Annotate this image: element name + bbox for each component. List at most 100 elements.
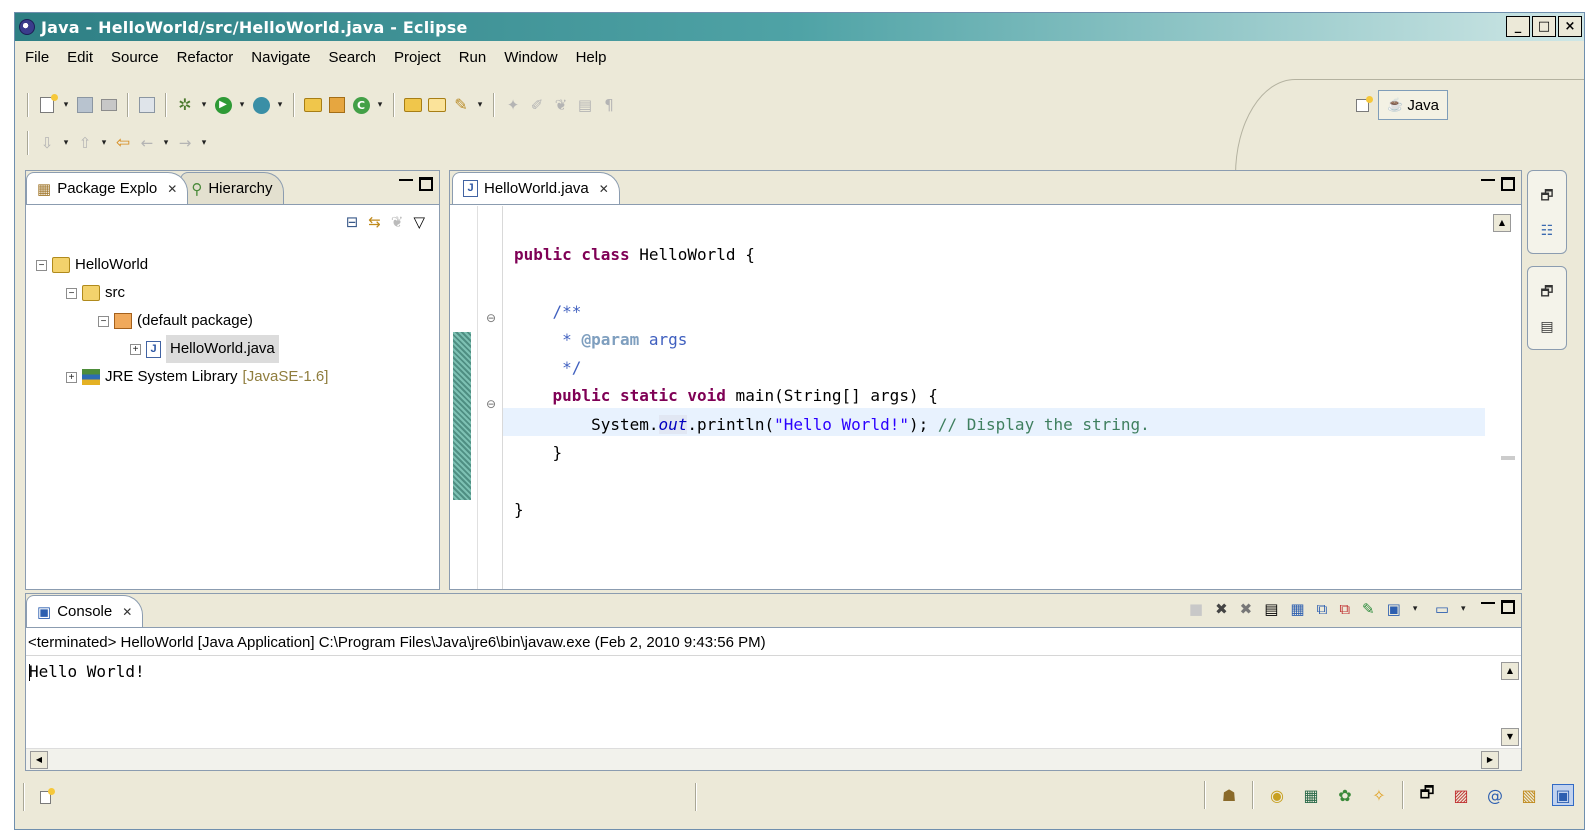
debug-dropdown-icon[interactable]: ▾	[199, 95, 209, 115]
code-text[interactable]: public class HelloWorld { /** * @param a…	[514, 241, 1150, 524]
menu-edit[interactable]: Edit	[58, 49, 102, 66]
menu-refactor[interactable]: Refactor	[168, 49, 243, 66]
minimize-view-icon[interactable]	[1481, 179, 1495, 182]
clear-console-icon[interactable]: ▤	[1264, 600, 1278, 618]
block-selection-icon[interactable]: ▤	[575, 95, 595, 115]
back-dropdown-icon[interactable]: ▾	[161, 133, 171, 153]
fold-collapse-icon[interactable]: ⊖	[486, 397, 496, 411]
bookmarks-view-icon[interactable]: ✧	[1368, 784, 1390, 806]
close-tab-icon[interactable]: ✕	[167, 182, 177, 196]
tab-helloworld-java[interactable]: J HelloWorld.java ✕	[452, 172, 620, 204]
tree-item-project[interactable]: − HelloWorld	[36, 251, 328, 279]
collapse-icon[interactable]: −	[66, 287, 77, 299]
collapse-all-icon[interactable]: ⊟	[346, 213, 359, 231]
menu-search[interactable]: Search	[319, 49, 385, 66]
link-with-editor-icon[interactable]: ⇆	[368, 213, 381, 231]
open-type-icon[interactable]	[403, 95, 423, 115]
remove-launch-icon[interactable]: ✖	[1215, 600, 1228, 618]
collapse-icon[interactable]: −	[36, 259, 47, 271]
run-dropdown-icon[interactable]: ▾	[237, 95, 247, 115]
new-package-icon[interactable]	[327, 95, 347, 115]
javadoc-at-icon[interactable]: @	[1484, 784, 1506, 806]
overview-marker[interactable]	[1501, 456, 1515, 460]
console-vertical-scrollbar[interactable]: ▲ ▼	[1497, 656, 1521, 748]
scroll-right-arrow-icon[interactable]: ▶	[1481, 751, 1499, 769]
menu-window[interactable]: Window	[495, 49, 566, 66]
previous-annotation-dropdown-icon[interactable]: ▾	[99, 133, 109, 153]
open-console-dropdown-icon[interactable]: ▾	[1461, 604, 1471, 614]
remove-all-terminated-icon[interactable]: ✖	[1240, 600, 1253, 618]
declaration-view-icon[interactable]: ▨	[1450, 784, 1472, 806]
last-edit-location-icon[interactable]: ⇦	[113, 133, 133, 153]
new-class-icon[interactable]: C	[351, 95, 371, 115]
back-icon[interactable]: ←	[137, 133, 157, 153]
maximize-button[interactable]: □	[1532, 16, 1556, 37]
debug-icon[interactable]: ✲	[175, 95, 195, 115]
menu-source[interactable]: Source	[102, 49, 168, 66]
forward-dropdown-icon[interactable]: ▾	[199, 133, 209, 153]
maximize-view-icon[interactable]	[1501, 177, 1515, 191]
properties-view-icon[interactable]: ▧	[1518, 784, 1540, 806]
close-button[interactable]: ×	[1558, 16, 1582, 37]
minimize-view-icon[interactable]	[399, 179, 413, 182]
show-whitespace-icon[interactable]: ¶	[599, 95, 619, 115]
menu-project[interactable]: Project	[385, 49, 450, 66]
run-icon[interactable]: ▶	[213, 95, 233, 115]
external-tools-dropdown-icon[interactable]: ▾	[275, 95, 285, 115]
view-menu-icon[interactable]: ▽	[413, 213, 425, 231]
new-class-dropdown-icon[interactable]: ▾	[375, 95, 385, 115]
menu-file[interactable]: File	[15, 49, 58, 66]
mark-occurrences-icon[interactable]: ✦	[503, 95, 523, 115]
expand-icon[interactable]: +	[130, 343, 141, 355]
print-icon[interactable]	[99, 95, 119, 115]
external-tools-icon[interactable]	[251, 95, 271, 115]
tree-item-file[interactable]: + J HelloWorld.java	[36, 335, 328, 363]
search-view-icon[interactable]: ◉	[1266, 784, 1288, 806]
fold-collapse-icon[interactable]: ⊖	[486, 311, 496, 325]
show-on-output-icon[interactable]: ⧉	[1317, 600, 1328, 618]
open-console-icon[interactable]: ▭	[1435, 600, 1449, 618]
maximize-view-icon[interactable]	[1501, 600, 1515, 614]
binary-icon[interactable]	[137, 95, 157, 115]
next-annotation-icon[interactable]: ⇩	[37, 133, 57, 153]
search-dropdown-icon[interactable]: ▾	[475, 95, 485, 115]
restore-icon[interactable]: 🗗	[1540, 281, 1553, 305]
tab-hierarchy[interactable]: ⚲ Hierarchy	[180, 172, 284, 204]
scroll-down-arrow-icon[interactable]: ▼	[1501, 728, 1519, 746]
minimize-button[interactable]: _	[1506, 16, 1530, 37]
tab-package-explorer[interactable]: ▦ Package Explo ✕	[26, 172, 189, 204]
terminate-icon[interactable]: ■	[1189, 600, 1203, 618]
search-tool-icon[interactable]: ✎	[451, 95, 471, 115]
display-console-dropdown-icon[interactable]: ▾	[1413, 604, 1423, 614]
minimize-view-icon[interactable]	[1481, 602, 1495, 605]
menu-run[interactable]: Run	[450, 49, 496, 66]
scroll-up-arrow-icon[interactable]: ▲	[1493, 214, 1511, 232]
scroll-up-arrow-icon[interactable]: ▲	[1501, 662, 1519, 680]
task-list-icon[interactable]: ▤	[1540, 319, 1553, 335]
restore-icon[interactable]: 🗗	[1540, 185, 1553, 209]
scroll-left-arrow-icon[interactable]: ◀	[30, 751, 48, 769]
java-perspective-button[interactable]: ☕ Java	[1378, 90, 1448, 120]
tree-item-library[interactable]: + JRE System Library [JavaSE-1.6]	[36, 363, 328, 391]
pin-console-icon[interactable]: ✎	[1362, 600, 1375, 618]
close-tab-icon[interactable]: ✕	[122, 605, 132, 619]
tree-item-package[interactable]: − (default package)	[36, 307, 328, 335]
console-output[interactable]: Hello World!	[29, 662, 145, 681]
show-on-error-icon[interactable]: ⧉	[1339, 600, 1350, 618]
fast-view-icon[interactable]	[35, 787, 55, 807]
progress-view-icon[interactable]: ✿	[1334, 784, 1356, 806]
problems-view-icon[interactable]: ▦	[1300, 784, 1322, 806]
filter-icon[interactable]: ❦	[391, 213, 404, 231]
outline-icon[interactable]: ☷	[1541, 223, 1554, 239]
new-java-project-icon[interactable]	[303, 95, 323, 115]
tab-console[interactable]: ▣ Console ✕	[26, 595, 144, 627]
open-perspective-icon[interactable]	[1352, 95, 1373, 115]
save-icon[interactable]	[75, 95, 95, 115]
close-tab-icon[interactable]: ✕	[599, 182, 609, 196]
toggle-breadcrumb-icon[interactable]: ❦	[551, 95, 571, 115]
restore-icon[interactable]: 🗗	[1416, 783, 1438, 806]
console-trim-icon[interactable]: ▣	[1552, 784, 1574, 806]
menu-navigate[interactable]: Navigate	[242, 49, 319, 66]
javadoc-view-icon[interactable]: ☗	[1218, 784, 1240, 806]
open-folder-icon[interactable]	[427, 95, 447, 115]
